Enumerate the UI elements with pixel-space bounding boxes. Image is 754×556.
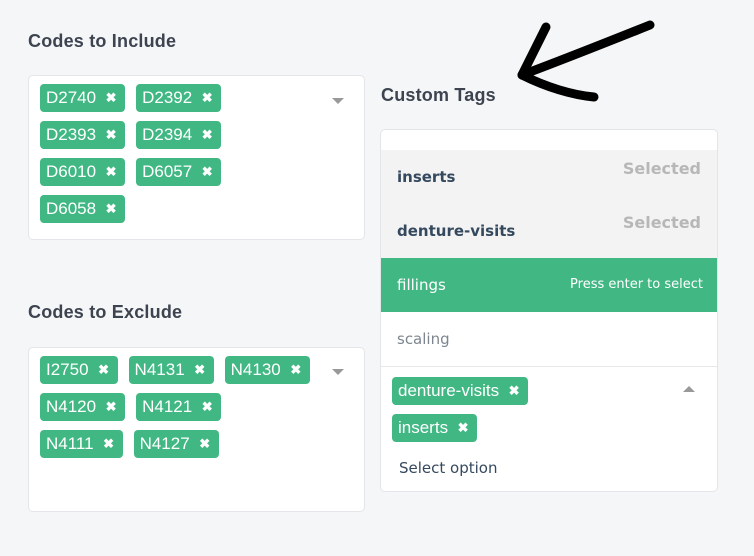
remove-tag-icon[interactable]: ✖ <box>198 436 212 452</box>
include-tag-label: D6058 <box>46 199 97 218</box>
dropdown-option-hint: Press enter to select <box>570 277 703 292</box>
annotation-arrow-icon <box>517 20 655 102</box>
exclude-tag-label: I2750 <box>46 360 89 379</box>
exclude-tag-list: I2750 ✖ N4131 ✖ N4130 ✖ N4120 ✖ N4121 ✖ N4111 ✖ N412… <box>40 356 314 458</box>
custom-tags-multiselect[interactable]: inserts Selected denture-visits Selected fil… <box>380 129 718 492</box>
custom-selected-tag[interactable]: denture-visits ✖ <box>392 377 529 405</box>
exclude-tag[interactable]: N4127 ✖ <box>133 430 219 458</box>
include-tag-label: D2740 <box>46 88 97 107</box>
dropdown-option-label: denture-visits <box>397 222 516 240</box>
exclude-tag[interactable]: N4120 ✖ <box>40 393 126 421</box>
custom-selected-tag-label: denture-visits <box>398 381 500 400</box>
include-tag-label: D6057 <box>142 162 193 181</box>
exclude-codes-multiselect[interactable]: I2750 ✖ N4131 ✖ N4130 ✖ N4120 ✖ N4121 ✖ N4111 ✖ N412… <box>28 347 365 512</box>
custom-tags-search-input[interactable]: Select option <box>399 459 497 477</box>
exclude-section-title: Codes to Exclude <box>28 302 183 322</box>
include-tag[interactable]: D2394 ✖ <box>136 121 222 149</box>
remove-tag-icon[interactable]: ✖ <box>104 399 118 415</box>
include-dropdown-caret-icon[interactable] <box>332 98 344 104</box>
exclude-tag-label: N4121 <box>142 397 193 416</box>
custom-tags-title: Custom Tags <box>381 85 496 105</box>
dropdown-option-hint: Selected <box>622 159 701 178</box>
exclude-tag-label: N4111 <box>46 434 94 453</box>
include-tag-label: D2393 <box>46 125 97 144</box>
include-tag[interactable]: D6058 ✖ <box>40 195 126 223</box>
dropdown-option[interactable]: inserts Selected <box>381 150 717 204</box>
exclude-tag[interactable]: N4131 ✖ <box>128 356 214 384</box>
exclude-tag-label: N4120 <box>46 397 97 416</box>
remove-tag-icon[interactable]: ✖ <box>102 436 116 452</box>
remove-tag-icon[interactable]: ✖ <box>200 164 214 180</box>
include-tag[interactable]: D2392 ✖ <box>136 84 222 112</box>
remove-tag-icon[interactable]: ✖ <box>104 127 118 143</box>
dropdown-option-label: inserts <box>397 168 456 186</box>
exclude-tag[interactable]: N4130 ✖ <box>224 356 310 384</box>
include-tag-label: D6010 <box>46 162 97 181</box>
remove-tag-icon[interactable]: ✖ <box>104 201 118 217</box>
include-tag-label: D2392 <box>142 88 193 107</box>
exclude-tag[interactable]: I2750 ✖ <box>40 356 118 384</box>
remove-tag-icon[interactable]: ✖ <box>200 90 214 106</box>
include-tag[interactable]: D2740 ✖ <box>40 84 126 112</box>
exclude-tag-label: N4130 <box>230 360 281 379</box>
remove-tag-icon[interactable]: ✖ <box>200 399 214 415</box>
include-tag[interactable]: D6010 ✖ <box>40 158 126 186</box>
dropdown-option-hint: Selected <box>622 213 701 232</box>
dropdown-option[interactable]: denture-visits Selected <box>381 204 717 258</box>
exclude-dropdown-caret-icon[interactable] <box>332 369 344 375</box>
remove-tag-icon[interactable]: ✖ <box>456 420 470 436</box>
include-tag-label: D2394 <box>142 125 193 144</box>
include-tag[interactable]: D2393 ✖ <box>40 121 126 149</box>
remove-tag-icon[interactable]: ✖ <box>289 362 303 378</box>
exclude-tag-label: N4127 <box>139 434 190 453</box>
exclude-tag-label: N4131 <box>134 360 185 379</box>
include-section-title: Codes to Include <box>28 31 177 51</box>
dropdown-option[interactable]: fillings Press enter to select <box>381 258 717 312</box>
remove-tag-icon[interactable]: ✖ <box>104 164 118 180</box>
custom-tags-caret-up-icon[interactable] <box>683 386 695 392</box>
include-codes-multiselect[interactable]: D2740 ✖ D2392 ✖ D2393 ✖ D2394 ✖ D6010 ✖ D6057 ✖ D605… <box>28 75 365 240</box>
exclude-tag[interactable]: N4111 ✖ <box>40 430 123 458</box>
dropdown-option-label: fillings <box>397 276 446 294</box>
exclude-tag[interactable]: N4121 ✖ <box>136 393 222 421</box>
custom-selected-tag-label: inserts <box>398 418 449 437</box>
include-tag-list: D2740 ✖ D2392 ✖ D2393 ✖ D2394 ✖ D6010 ✖ D6057 ✖ D605… <box>40 84 314 223</box>
remove-tag-icon[interactable]: ✖ <box>507 383 521 399</box>
remove-tag-icon[interactable]: ✖ <box>193 362 207 378</box>
dropdown-option-label: scaling <box>397 330 450 348</box>
custom-tags-dropdown-list: inserts Selected denture-visits Selected fil… <box>381 150 717 367</box>
remove-tag-icon[interactable]: ✖ <box>97 362 111 378</box>
remove-tag-icon[interactable]: ✖ <box>104 90 118 106</box>
remove-tag-icon[interactable]: ✖ <box>200 127 214 143</box>
custom-selected-tag-list: denture-visits ✖ inserts ✖ <box>392 377 647 442</box>
custom-selected-tag[interactable]: inserts ✖ <box>392 414 478 442</box>
include-tag[interactable]: D6057 ✖ <box>136 158 222 186</box>
dropdown-option[interactable]: scaling <box>381 312 717 366</box>
